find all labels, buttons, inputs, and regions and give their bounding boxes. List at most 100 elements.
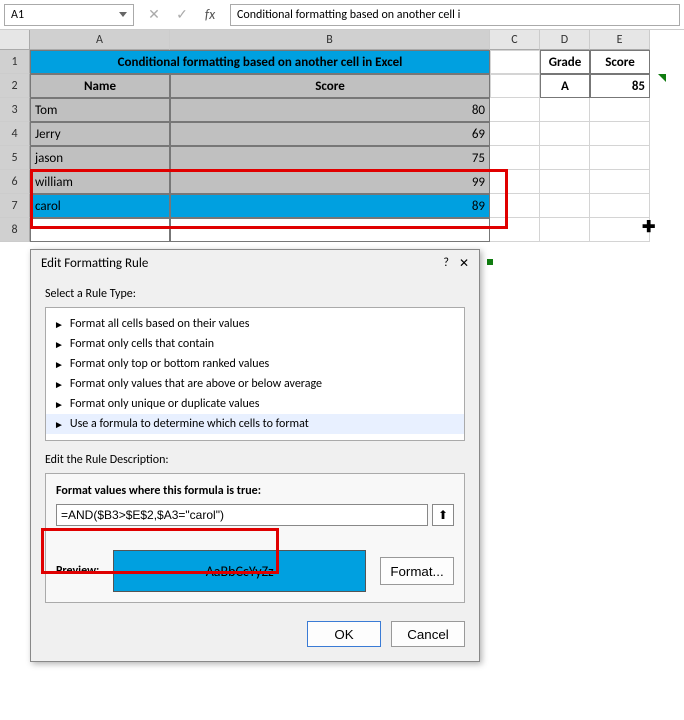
cell-name[interactable]: Tom	[30, 98, 170, 122]
cell[interactable]	[540, 98, 590, 122]
col-header-c[interactable]: C	[490, 30, 540, 50]
arrow-icon: ►	[54, 318, 64, 331]
enter-icon: ✓	[172, 5, 192, 25]
cell-grade-header[interactable]: Grade	[540, 50, 590, 74]
col-header-e[interactable]: E	[590, 30, 650, 50]
cell-score-header[interactable]: Score	[590, 50, 650, 74]
fx-icon[interactable]: fx	[200, 5, 220, 25]
arrow-icon: ►	[54, 378, 64, 391]
formula-bar[interactable]: Conditional formatting based on another …	[230, 4, 680, 26]
error-indicator-icon	[658, 74, 666, 82]
rule-type-item[interactable]: ► Use a formula to determine which cells …	[46, 414, 464, 434]
rule-label: Format only values that are above or bel…	[70, 377, 322, 391]
cell[interactable]	[590, 218, 650, 242]
preview-box: AaBbCcYyZz	[113, 550, 366, 592]
arrow-icon: ►	[54, 398, 64, 411]
rule-label: Format only unique or duplicate values	[70, 397, 260, 411]
cell-name[interactable]: jason	[30, 146, 170, 170]
row-header[interactable]: 1	[0, 50, 30, 74]
ok-button[interactable]: OK	[307, 621, 381, 647]
rule-type-item[interactable]: ► Format only top or bottom ranked values	[46, 354, 464, 374]
row-header[interactable]: 8	[0, 218, 30, 242]
row-header[interactable]: 2	[0, 74, 30, 98]
cell[interactable]	[490, 74, 540, 98]
cell[interactable]	[540, 122, 590, 146]
cell-name[interactable]: Jerry	[30, 122, 170, 146]
row-header[interactable]: 5	[0, 146, 30, 170]
title-cell[interactable]: Conditional formatting based on another …	[30, 50, 490, 74]
dialog-titlebar[interactable]: Edit Formatting Rule ? ✕	[31, 250, 479, 277]
cell[interactable]	[590, 98, 650, 122]
cancel-button[interactable]: Cancel	[391, 621, 465, 647]
name-box[interactable]: A1	[4, 4, 134, 26]
cell[interactable]	[590, 194, 650, 218]
cell-name[interactable]: carol	[30, 194, 170, 218]
cell-score[interactable]: 75	[170, 146, 490, 170]
col-header-b[interactable]: B	[170, 30, 490, 50]
format-button[interactable]: Format...	[380, 557, 454, 585]
row-header[interactable]: 6	[0, 170, 30, 194]
arrow-icon: ►	[54, 358, 64, 371]
cell[interactable]	[30, 218, 170, 242]
cell[interactable]	[490, 122, 540, 146]
arrow-icon: ►	[54, 338, 64, 351]
rule-type-item[interactable]: ► Format only cells that contain	[46, 334, 464, 354]
cell[interactable]	[490, 218, 540, 242]
name-box-dropdown-icon[interactable]	[119, 12, 127, 17]
rule-label: Format only top or bottom ranked values	[70, 357, 269, 371]
formula-bar-area: A1 ✕ ✓ fx Conditional formatting based o…	[0, 0, 684, 30]
rule-type-item[interactable]: ► Format only values that are above or be…	[46, 374, 464, 394]
formula-bar-icons: ✕ ✓ fx	[134, 5, 230, 25]
col-header-a[interactable]: A	[30, 30, 170, 50]
name-box-value: A1	[11, 8, 24, 22]
rule-label: Format only cells that contain	[70, 337, 214, 351]
arrow-icon: ►	[54, 418, 64, 431]
formula-input[interactable]	[56, 504, 428, 526]
cell[interactable]	[590, 122, 650, 146]
edit-rule-desc-label: Edit the Rule Description:	[45, 453, 465, 467]
name-header[interactable]: Name	[30, 74, 170, 98]
cell-grade-val[interactable]: A	[540, 74, 590, 98]
select-rule-type-label: Select a Rule Type:	[45, 287, 465, 301]
cell-score-val[interactable]: 85	[590, 74, 650, 98]
preview-label: Preview:	[56, 564, 99, 578]
rule-description-box: Format values where this formula is true…	[45, 473, 465, 603]
row-header[interactable]: 3	[0, 98, 30, 122]
rule-type-list: ►Format all cells based on their values …	[45, 307, 465, 441]
cell[interactable]	[540, 194, 590, 218]
col-header-d[interactable]: D	[540, 30, 590, 50]
cell[interactable]	[490, 170, 540, 194]
cell[interactable]	[490, 194, 540, 218]
collapse-dialog-button[interactable]: ⬆	[432, 504, 454, 526]
cell[interactable]	[490, 98, 540, 122]
cell[interactable]	[490, 146, 540, 170]
formula-bar-text: Conditional formatting based on another …	[237, 8, 460, 22]
format-values-label: Format values where this formula is true…	[56, 484, 454, 498]
rule-label: Use a formula to determine which cells t…	[70, 417, 309, 431]
rule-label: Format all cells based on their values	[70, 317, 249, 331]
row-header[interactable]: 7	[0, 194, 30, 218]
column-headers: A B C D E	[30, 30, 684, 50]
rule-type-item[interactable]: ► Format only unique or duplicate values	[46, 394, 464, 414]
rule-type-item[interactable]: ► Format all cells based on their values	[46, 314, 464, 334]
cell-score[interactable]: 99	[170, 170, 490, 194]
cancel-icon: ✕	[144, 5, 164, 25]
cell-score[interactable]: 80	[170, 98, 490, 122]
dialog-title: Edit Formatting Rule	[41, 256, 148, 271]
cell-score[interactable]: 89	[170, 194, 490, 218]
score-header[interactable]: Score	[170, 74, 490, 98]
selection-handle[interactable]	[487, 259, 493, 265]
close-icon[interactable]: ✕	[459, 256, 469, 271]
cell-name[interactable]: william	[30, 170, 170, 194]
cell[interactable]	[540, 170, 590, 194]
help-icon[interactable]: ?	[443, 256, 449, 271]
cell[interactable]	[590, 170, 650, 194]
cell[interactable]	[590, 146, 650, 170]
row-header[interactable]: 4	[0, 122, 30, 146]
cell[interactable]	[490, 50, 540, 74]
cell[interactable]	[540, 218, 590, 242]
cell[interactable]	[170, 218, 490, 242]
cell[interactable]	[540, 146, 590, 170]
cell-score[interactable]: 69	[170, 122, 490, 146]
select-all-corner[interactable]	[0, 30, 30, 50]
